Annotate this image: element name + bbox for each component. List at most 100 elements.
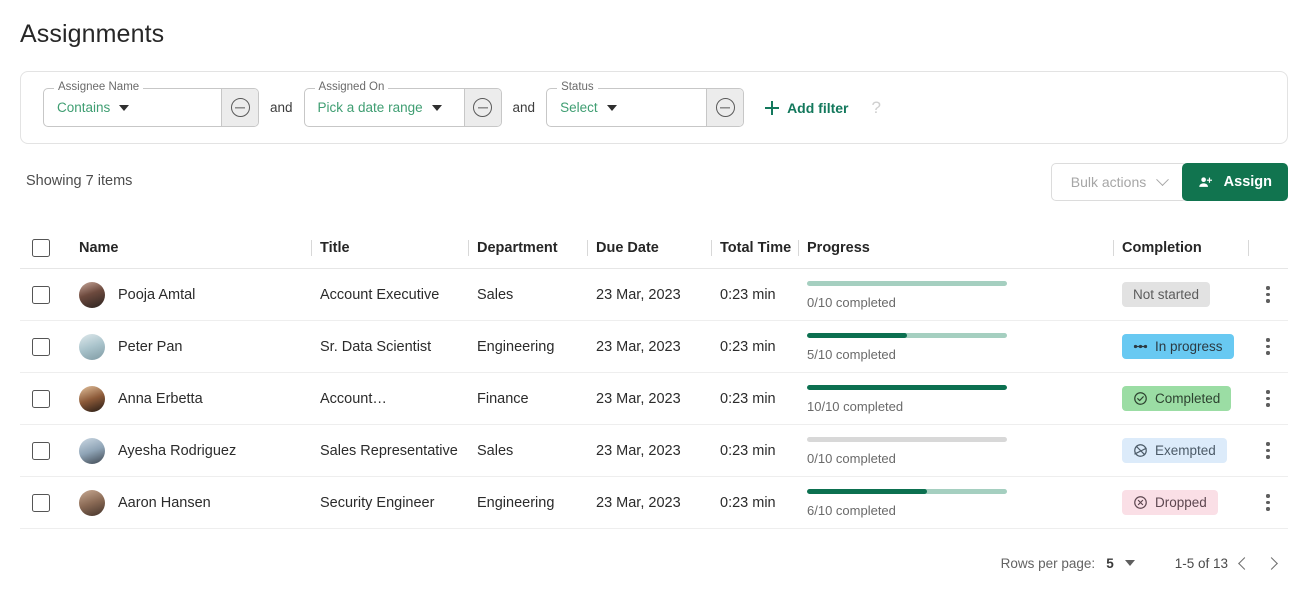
progress-bar bbox=[807, 489, 1007, 494]
progress-bar-fill bbox=[807, 489, 927, 494]
column-header-name[interactable]: Name bbox=[79, 240, 320, 256]
assignments-table: Name Title Department Due Date Total Tim… bbox=[20, 228, 1288, 529]
cell-completion: Not started bbox=[1122, 282, 1248, 307]
checkbox-icon bbox=[32, 494, 50, 512]
progress-label: 6/10 completed bbox=[807, 503, 1007, 518]
filter-conjunction-1: and bbox=[259, 100, 304, 115]
chevron-down-icon[interactable] bbox=[1125, 560, 1135, 566]
column-header-progress[interactable]: Progress bbox=[807, 240, 1122, 256]
assign-button[interactable]: Assign bbox=[1182, 163, 1288, 201]
cell-title: Account Executive bbox=[320, 287, 477, 303]
column-divider bbox=[587, 240, 588, 256]
status-badge-label: Exempted bbox=[1155, 443, 1216, 458]
progress-label: 0/10 completed bbox=[807, 451, 1007, 466]
cell-name: Ayesha Rodriguez bbox=[79, 438, 320, 464]
status-badge-label: In progress bbox=[1155, 339, 1223, 354]
select-all-checkbox[interactable] bbox=[20, 239, 79, 257]
status-badge-label: Not started bbox=[1133, 287, 1199, 302]
progress-label: 5/10 completed bbox=[807, 347, 1007, 362]
row-checkbox[interactable] bbox=[20, 338, 79, 356]
add-filter-button[interactable]: Add filter bbox=[765, 100, 848, 116]
column-divider bbox=[798, 240, 799, 256]
filter-assigned-on[interactable]: Assigned On Pick a date range bbox=[304, 88, 502, 127]
filter-status-select[interactable]: Select bbox=[547, 89, 706, 126]
remove-filter-status-button[interactable] bbox=[706, 89, 743, 126]
table-row[interactable]: Ayesha RodriguezSales RepresentativeSale… bbox=[20, 425, 1288, 477]
column-header-title[interactable]: Title bbox=[320, 240, 477, 256]
cell-department: Sales bbox=[477, 443, 596, 459]
progress-bar-fill bbox=[807, 385, 1007, 390]
showing-count: 7 bbox=[86, 173, 94, 189]
avatar bbox=[79, 282, 105, 308]
status-badge-label: Dropped bbox=[1155, 495, 1207, 510]
cell-name: Peter Pan bbox=[79, 334, 320, 360]
row-menu-button[interactable] bbox=[1248, 390, 1288, 406]
column-header-due-date[interactable]: Due Date bbox=[596, 240, 720, 256]
cell-progress: 0/10 completed bbox=[807, 279, 1122, 310]
checkbox-icon bbox=[32, 442, 50, 460]
assignee-name: Ayesha Rodriguez bbox=[118, 443, 236, 459]
chevron-right-icon bbox=[1265, 557, 1278, 570]
table-row[interactable]: Pooja AmtalAccount ExecutiveSales23 Mar,… bbox=[20, 269, 1288, 321]
kebab-menu-icon bbox=[1266, 390, 1269, 406]
showing-prefix: Showing bbox=[26, 173, 82, 189]
column-header-department-label: Department bbox=[477, 240, 558, 256]
filter-assignee-name[interactable]: Assignee Name Contains bbox=[43, 88, 259, 127]
status-badge-label: Completed bbox=[1155, 391, 1220, 406]
column-header-progress-label: Progress bbox=[807, 240, 870, 256]
table-row[interactable]: Anna ErbettaAccount…Finance23 Mar, 20230… bbox=[20, 373, 1288, 425]
cell-department: Engineering bbox=[477, 495, 596, 511]
cell-title: Sr. Data Scientist bbox=[320, 339, 477, 355]
rows-per-page-value[interactable]: 5 bbox=[1106, 556, 1114, 571]
table-row[interactable]: Aaron HansenSecurity EngineerEngineering… bbox=[20, 477, 1288, 529]
minus-circle-icon bbox=[716, 98, 735, 117]
add-filter-label: Add filter bbox=[787, 100, 848, 116]
checkbox-icon bbox=[32, 239, 50, 257]
remove-filter-assigned-on-button[interactable] bbox=[464, 89, 501, 126]
row-menu-button[interactable] bbox=[1248, 286, 1288, 302]
filter-date-range-select[interactable]: Pick a date range bbox=[305, 89, 464, 126]
cell-due-date: 23 Mar, 2023 bbox=[596, 495, 720, 511]
cell-total-time: 0:23 min bbox=[720, 443, 807, 459]
page-title: Assignments bbox=[20, 20, 164, 49]
column-divider bbox=[711, 240, 712, 256]
cell-due-date: 23 Mar, 2023 bbox=[596, 287, 720, 303]
row-checkbox[interactable] bbox=[20, 286, 79, 304]
column-header-total-time-label: Total Time bbox=[720, 240, 791, 256]
next-page-button[interactable] bbox=[1258, 548, 1288, 578]
status-badge: Dropped bbox=[1122, 490, 1218, 515]
row-menu-button[interactable] bbox=[1248, 338, 1288, 354]
chevron-down-icon bbox=[1156, 173, 1169, 186]
column-header-total-time[interactable]: Total Time bbox=[720, 240, 807, 256]
cell-progress: 6/10 completed bbox=[807, 487, 1122, 518]
filter-status[interactable]: Status Select bbox=[546, 88, 744, 127]
row-checkbox[interactable] bbox=[20, 442, 79, 460]
cell-department: Finance bbox=[477, 391, 596, 407]
row-menu-button[interactable] bbox=[1248, 442, 1288, 458]
cell-total-time: 0:23 min bbox=[720, 339, 807, 355]
cell-due-date: 23 Mar, 2023 bbox=[596, 443, 720, 459]
cell-due-date: 23 Mar, 2023 bbox=[596, 391, 720, 407]
cell-department: Engineering bbox=[477, 339, 596, 355]
person-add-icon bbox=[1198, 175, 1213, 190]
bulk-actions-dropdown[interactable]: Bulk actions bbox=[1051, 163, 1187, 201]
table-row[interactable]: Peter PanSr. Data ScientistEngineering23… bbox=[20, 321, 1288, 373]
chevron-down-icon bbox=[607, 105, 617, 111]
remove-filter-assignee-button[interactable] bbox=[221, 89, 258, 126]
cancel-circle-icon bbox=[1133, 495, 1148, 510]
checkbox-icon bbox=[32, 338, 50, 356]
avatar bbox=[79, 438, 105, 464]
question-mark-icon[interactable]: ? bbox=[872, 98, 881, 118]
column-header-completion[interactable]: Completion bbox=[1122, 240, 1248, 256]
pagination-range: 1-5 of 13 bbox=[1175, 556, 1228, 571]
column-header-completion-label: Completion bbox=[1122, 240, 1202, 256]
filter-legend-assigned-on: Assigned On bbox=[315, 81, 389, 93]
column-divider bbox=[468, 240, 469, 256]
showing-suffix: items bbox=[98, 173, 133, 189]
previous-page-button[interactable] bbox=[1228, 548, 1258, 578]
row-checkbox[interactable] bbox=[20, 494, 79, 512]
column-header-department[interactable]: Department bbox=[477, 240, 596, 256]
filter-operator-select-assignee[interactable]: Contains bbox=[44, 89, 221, 126]
row-checkbox[interactable] bbox=[20, 390, 79, 408]
row-menu-button[interactable] bbox=[1248, 494, 1288, 510]
